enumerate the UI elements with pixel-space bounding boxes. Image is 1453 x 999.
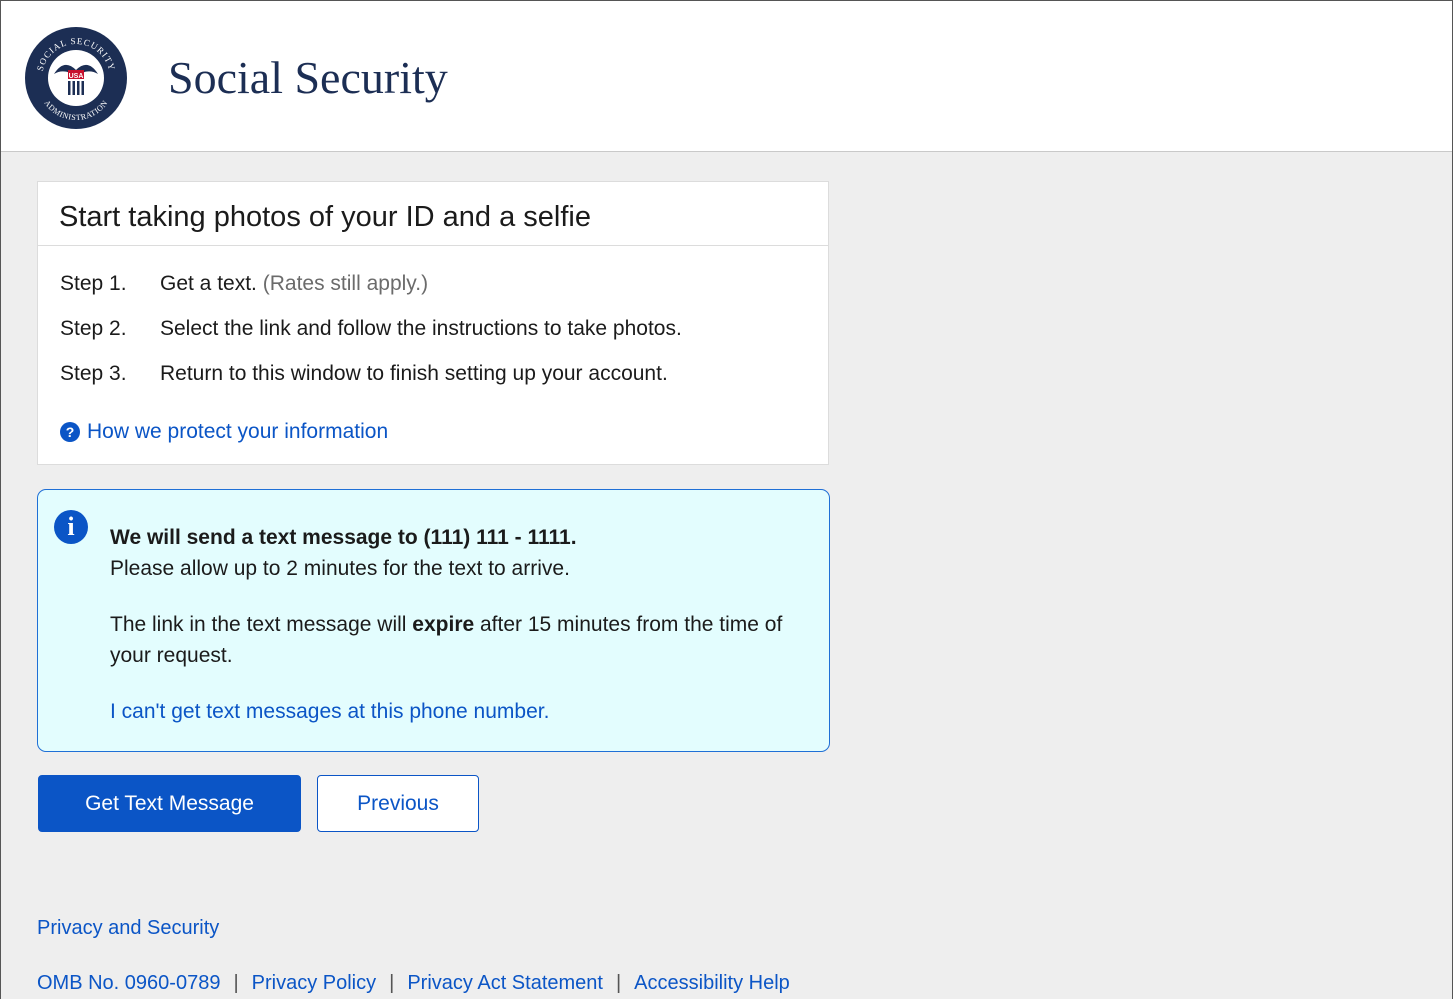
site-header: SOCIAL SECURITY ADMINISTRATION USA Socia…	[1, 1, 1452, 152]
footer-separator: |	[615, 972, 622, 994]
card-title: Start taking photos of your ID and a sel…	[38, 182, 828, 246]
brand-name: Social Security	[168, 52, 448, 103]
footer-links: OMB No. 0960-0789 | Privacy Policy | Pri…	[37, 972, 790, 995]
seal-center-text: USA	[69, 73, 84, 80]
step-number: Step 3.	[60, 362, 127, 385]
ssa-seal-icon: SOCIAL SECURITY ADMINISTRATION USA	[25, 27, 127, 129]
expiry-text-before: The link in the text message will	[110, 613, 413, 636]
info-alert: i We will send a text message to (111) 1…	[37, 489, 830, 752]
help-link-label: How we protect your information	[87, 420, 389, 443]
privacy-act-statement-link[interactable]: Privacy Act Statement	[407, 972, 603, 995]
accessibility-help-link[interactable]: Accessibility Help	[634, 972, 790, 995]
how-we-protect-link[interactable]: ? How we protect your information	[60, 420, 388, 444]
expiry-text-bold: expire	[412, 613, 475, 636]
step-text: Get a text.	[160, 272, 257, 295]
alert-expiry-text: The link in the text message will expire…	[110, 609, 800, 671]
footer-separator: |	[233, 972, 239, 994]
question-circle-icon: ?	[60, 422, 80, 442]
omb-number-link[interactable]: OMB No. 0960-0789	[37, 972, 220, 995]
step-number: Step 1.	[60, 272, 127, 295]
alert-line1: Please allow up to 2 minutes for the tex…	[110, 557, 570, 580]
privacy-and-security-link[interactable]: Privacy and Security	[37, 917, 219, 940]
info-circle-icon: i	[54, 510, 88, 544]
step-text: Return to this window to finish setting …	[160, 362, 668, 385]
previous-button[interactable]: Previous	[317, 775, 479, 832]
step-item: Step 3. Return to this window to finish …	[60, 362, 828, 407]
privacy-policy-link[interactable]: Privacy Policy	[252, 972, 376, 995]
step-note: (Rates still apply.)	[262, 272, 429, 295]
get-text-message-button[interactable]: Get Text Message	[38, 775, 301, 832]
cant-get-texts-link[interactable]: I can't get text messages at this phone …	[110, 696, 800, 727]
instructions-card: Start taking photos of your ID and a sel…	[37, 181, 829, 465]
step-number: Step 2.	[60, 317, 127, 340]
alert-heading: We will send a text message to (111) 111…	[110, 526, 577, 549]
step-item: Step 1. Get a text. (Rates still apply.)	[60, 272, 828, 317]
step-item: Step 2. Select the link and follow the i…	[60, 317, 828, 362]
step-text: Select the link and follow the instructi…	[160, 317, 682, 340]
alert-body: We will send a text message to (111) 111…	[110, 522, 800, 727]
footer-separator: |	[389, 972, 395, 994]
steps-list: Step 1. Get a text. (Rates still apply.)…	[38, 246, 828, 407]
